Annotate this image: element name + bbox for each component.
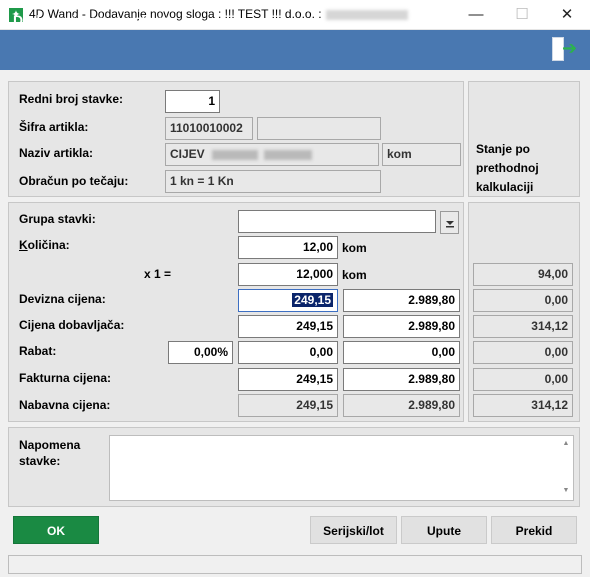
nabavna-field: 249,15 xyxy=(238,394,338,417)
cijena-dobavljaca-total-field[interactable]: 2.989,80 xyxy=(343,315,460,338)
obracun-field: 1 kn = 1 Kn xyxy=(165,170,381,193)
prekid-button[interactable]: Prekid xyxy=(491,516,577,544)
status-bar xyxy=(8,555,582,574)
nabavna-total-field: 2.989,80 xyxy=(343,394,460,417)
sifra-field: 11010010002 xyxy=(165,117,253,140)
scroll-up-icon[interactable]: ▲ xyxy=(560,440,572,447)
redni-broj-label: Redni broj stavke: xyxy=(19,92,124,106)
ok-button[interactable]: OK xyxy=(13,516,99,544)
devizna-total-field[interactable]: 2.989,80 xyxy=(343,289,460,312)
naziv-unit-field: kom xyxy=(382,143,461,166)
devizna-value: 249,15 xyxy=(292,293,333,307)
rabat-label: Rabat: xyxy=(19,344,57,358)
x1-label: x 1 = xyxy=(144,267,172,281)
devizna-label: Devizna cijena: xyxy=(19,292,106,306)
kolicina-unit: kom xyxy=(342,241,367,255)
fakturna-field[interactable]: 249,15 xyxy=(238,368,338,391)
fakturna-stanje-field: 0,00 xyxy=(473,368,573,391)
x1-stanje-field: 94,00 xyxy=(473,263,573,286)
rabat-total-field[interactable]: 0,00 xyxy=(343,341,460,364)
cijena-dobavljaca-field[interactable]: 249,15 xyxy=(238,315,338,338)
obracun-label: Obračun po tečaju: xyxy=(19,174,129,188)
nabavna-stanje-field: 314,12 xyxy=(473,394,573,417)
fakturna-label: Fakturna cijena: xyxy=(19,371,112,385)
kolicina-field[interactable]: 12,00 xyxy=(238,236,338,259)
napomena-label: Napomena stavke: xyxy=(19,438,81,468)
scroll-down-icon[interactable]: ▼ xyxy=(560,487,572,494)
naziv-label: Naziv artikla: xyxy=(19,146,94,160)
grupa-label: Grupa stavki: xyxy=(19,212,96,226)
grupa-dropdown[interactable] xyxy=(238,210,436,233)
dropdown-arrow-icon[interactable] xyxy=(440,211,459,234)
form-header xyxy=(0,30,590,70)
cijena-dobavljaca-stanje-field: 314,12 xyxy=(473,315,573,338)
page-title: Dodavanje novog sloga xyxy=(13,12,171,28)
naziv-field: CIJEV xyxy=(165,143,379,166)
rabat-field[interactable]: 0,00 xyxy=(238,341,338,364)
nabavna-label: Nabavna cijena: xyxy=(19,398,111,412)
napomena-textarea[interactable] xyxy=(109,435,574,501)
kolicina-label: Količina: xyxy=(19,238,70,252)
stanje-label: Stanje po prethodnoj kalkulaciji xyxy=(476,142,539,194)
devizna-field[interactable]: 249,15 xyxy=(238,289,338,312)
minimize-button[interactable]: — xyxy=(453,0,499,30)
x1-unit: kom xyxy=(342,268,367,282)
serijski-lot-button[interactable]: Serijski/lot xyxy=(310,516,397,544)
x1-field[interactable]: 12,000 xyxy=(238,263,338,286)
cijena-dobavljaca-label: Cijena dobavljača: xyxy=(19,318,125,332)
sifra-extra-field xyxy=(257,117,381,140)
kolicina-label-text: oličina: xyxy=(27,238,70,252)
maximize-button[interactable]: ☐ xyxy=(499,0,545,30)
exit-arrow-icon[interactable]: ➔ xyxy=(562,38,577,58)
sifra-label: Šifra artikla: xyxy=(19,120,89,134)
devizna-stanje-field: 0,00 xyxy=(473,289,573,312)
rabat-percent-field[interactable]: 0,00% xyxy=(168,341,233,364)
close-button[interactable]: ✕ xyxy=(544,0,590,30)
rabat-stanje-field: 0,00 xyxy=(473,341,573,364)
upute-button[interactable]: Upute xyxy=(401,516,487,544)
fakturna-total-field[interactable]: 2.989,80 xyxy=(343,368,460,391)
redni-broj-field[interactable]: 1 xyxy=(165,90,220,113)
